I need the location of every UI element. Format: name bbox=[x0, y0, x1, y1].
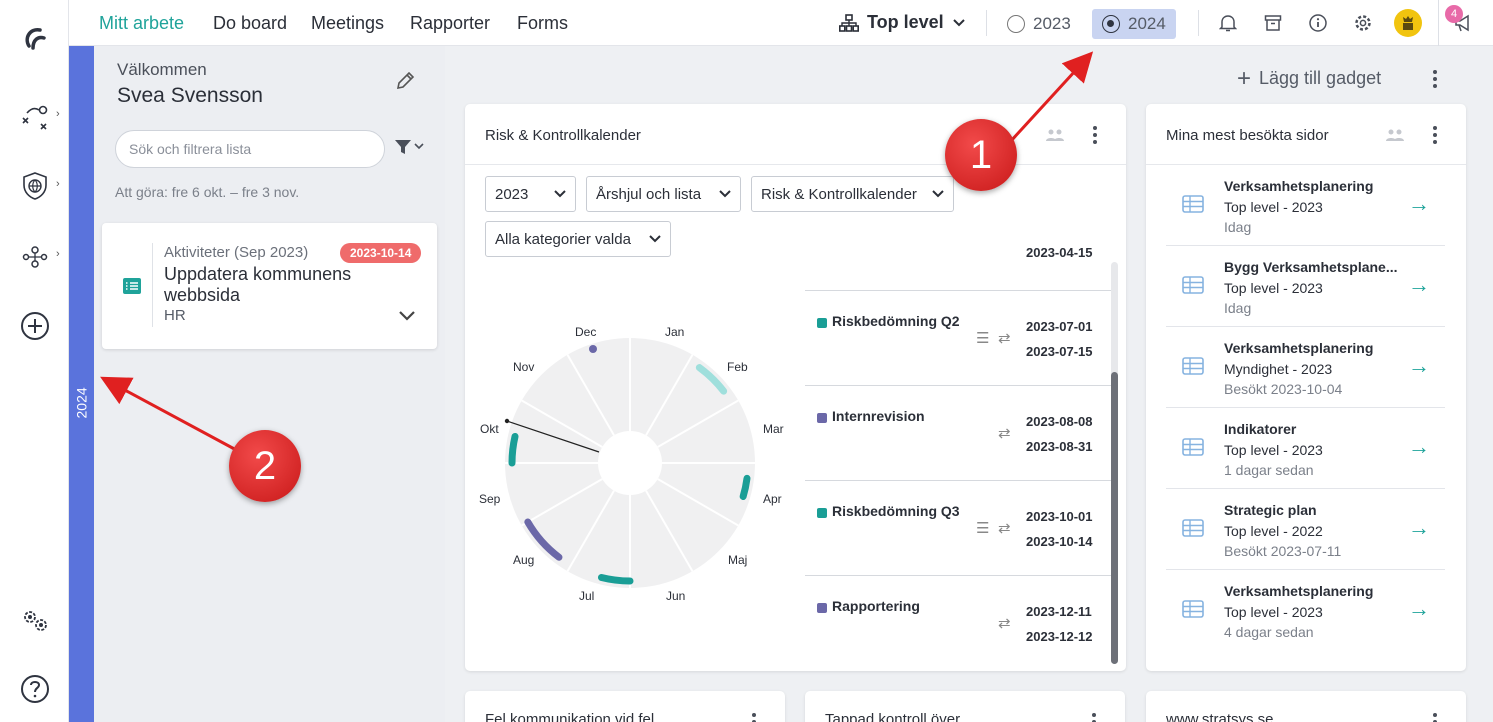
callout-2: 2 bbox=[229, 430, 301, 502]
callout-1: 1 bbox=[945, 119, 1017, 191]
annotation-arrow-2 bbox=[100, 376, 241, 454]
annotation-arrows bbox=[100, 51, 1094, 454]
annotation-arrow-1 bbox=[1008, 51, 1094, 144]
